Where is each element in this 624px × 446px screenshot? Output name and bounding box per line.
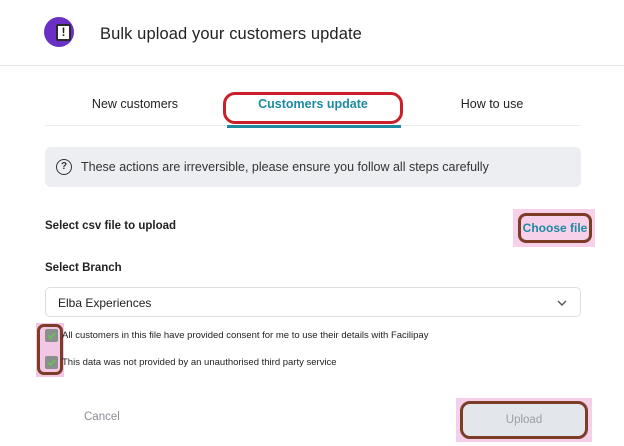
document-alert-icon: ! xyxy=(44,17,74,47)
branch-select-value: Elba Experiences xyxy=(58,296,152,310)
branch-label: Select Branch xyxy=(45,262,122,274)
tab-how-to-use[interactable]: How to use xyxy=(437,84,547,126)
third-party-checkbox-label: This data was not provided by an unautho… xyxy=(62,357,337,368)
cancel-button[interactable]: Cancel xyxy=(84,411,120,423)
tab-bar: New customers Customers update How to us… xyxy=(45,84,581,128)
consent-checkbox-label: All customers in this file have provided… xyxy=(62,330,429,341)
active-tab-indicator xyxy=(227,125,401,128)
file-select-label: Select csv file to upload xyxy=(45,220,177,232)
tab-customers-update[interactable]: Customers update xyxy=(223,84,403,128)
annotation-highlight-ring xyxy=(223,92,403,124)
upload-button[interactable]: Upload xyxy=(460,401,588,439)
branch-select[interactable]: Elba Experiences xyxy=(45,287,581,317)
chevron-down-icon xyxy=(557,300,567,306)
alert-text: These actions are irreversible, please e… xyxy=(81,160,489,174)
tab-new-customers[interactable]: New customers xyxy=(75,84,195,126)
modal-title: Bulk upload your customers update xyxy=(100,25,362,43)
warning-alert: ? These actions are irreversible, please… xyxy=(45,147,581,187)
modal-header: ! Bulk upload your customers update xyxy=(0,0,624,66)
choose-file-button[interactable]: Choose file xyxy=(518,213,592,243)
question-circle-icon: ? xyxy=(56,159,72,175)
annotation-highlight-ring xyxy=(37,324,63,375)
